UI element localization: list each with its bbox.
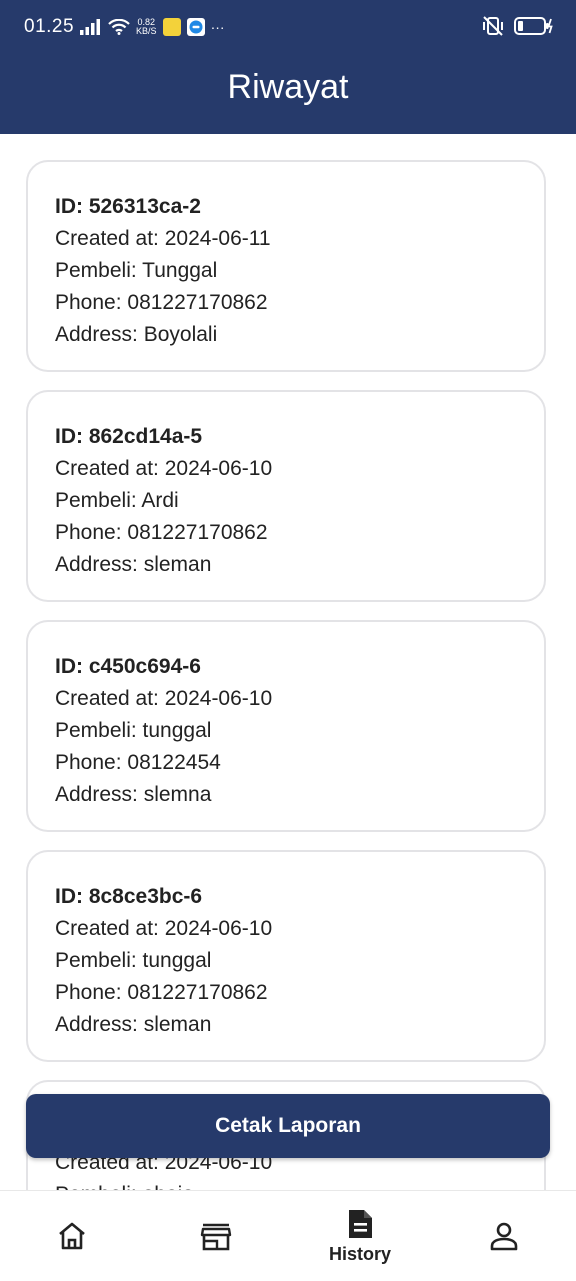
nav-store[interactable]: [144, 1191, 288, 1281]
battery-icon: [514, 17, 553, 35]
order-phone: Phone: 081227170862: [55, 981, 268, 1004]
more-notifications: ···: [210, 19, 225, 35]
order-buyer: Pembeli: ohoio: [55, 1179, 272, 1190]
order-address: Address: Boyolali: [55, 323, 218, 346]
network-speed-unit: KB/S: [136, 26, 157, 36]
status-time: 01.25: [24, 16, 75, 37]
order-buyer: Pembeli: tunggal: [55, 949, 212, 972]
order-created-at: Created at: 2024-06-10: [55, 687, 273, 710]
store-icon: [200, 1223, 232, 1251]
print-report-button[interactable]: Cetak Laporan: [26, 1094, 550, 1158]
order-id: ID: 526313ca-2: [55, 195, 201, 218]
order-created-at: Created at: 2024-06-10: [55, 917, 273, 940]
signal-icon: [80, 19, 101, 35]
order-address: Address: sleman: [55, 553, 212, 576]
order-created-at: Created at: 2024-06-11: [55, 227, 271, 250]
vibrate-off-icon: [483, 16, 503, 36]
order-card[interactable]: ID: 862cd14a-5 Created at: 2024-06-10 Pe…: [26, 390, 546, 602]
nav-home[interactable]: [0, 1191, 144, 1281]
order-id: ID: 862cd14a-5: [55, 425, 203, 448]
status-bar: 01.25 0.82 KB/S ···: [0, 14, 576, 46]
order-buyer: Pembeli: Tunggal: [55, 259, 218, 282]
home-icon: [59, 1222, 85, 1250]
nav-history-label: History: [328, 1243, 391, 1264]
order-id: ID: 8c8ce3bc-6: [55, 885, 203, 908]
app-notification-icon: [162, 18, 181, 36]
order-created-at: Created at: 2024-06-10: [55, 457, 273, 480]
nav-profile[interactable]: [432, 1191, 576, 1281]
order-phone: Phone: 081227170862: [55, 521, 268, 544]
order-card[interactable]: ID: 8c8ce3bc-6 Created at: 2024-06-10 Pe…: [26, 850, 546, 1062]
messenger-icon: [186, 18, 205, 36]
network-speed: 0.82 KB/S: [136, 18, 157, 36]
person-icon: [490, 1222, 518, 1251]
order-card[interactable]: ID: c450c694-6 Created at: 2024-06-10 Pe…: [26, 620, 546, 832]
order-address: Address: slemna: [55, 783, 212, 806]
order-id: ID: c450c694-6: [55, 655, 201, 678]
bottom-navigation: History: [0, 1190, 576, 1281]
order-card[interactable]: ID: 526313ca-2 Created at: 2024-06-11 Pe…: [26, 160, 546, 372]
document-icon: [349, 1209, 372, 1238]
history-list[interactable]: ID: 526313ca-2 Created at: 2024-06-11 Pe…: [0, 134, 576, 1190]
nav-history[interactable]: History: [288, 1191, 432, 1281]
order-phone: Phone: 081227170862: [55, 291, 268, 314]
order-buyer: Pembeli: tunggal: [55, 719, 212, 742]
order-address: Address: sleman: [55, 1013, 212, 1036]
page-title: Riwayat: [227, 68, 349, 106]
order-buyer: Pembeli: Ardi: [55, 489, 179, 512]
wifi-icon: [108, 19, 130, 35]
app-bar: 01.25 0.82 KB/S ··· Riwayat: [0, 0, 576, 134]
order-phone: Phone: 08122454: [55, 751, 221, 774]
